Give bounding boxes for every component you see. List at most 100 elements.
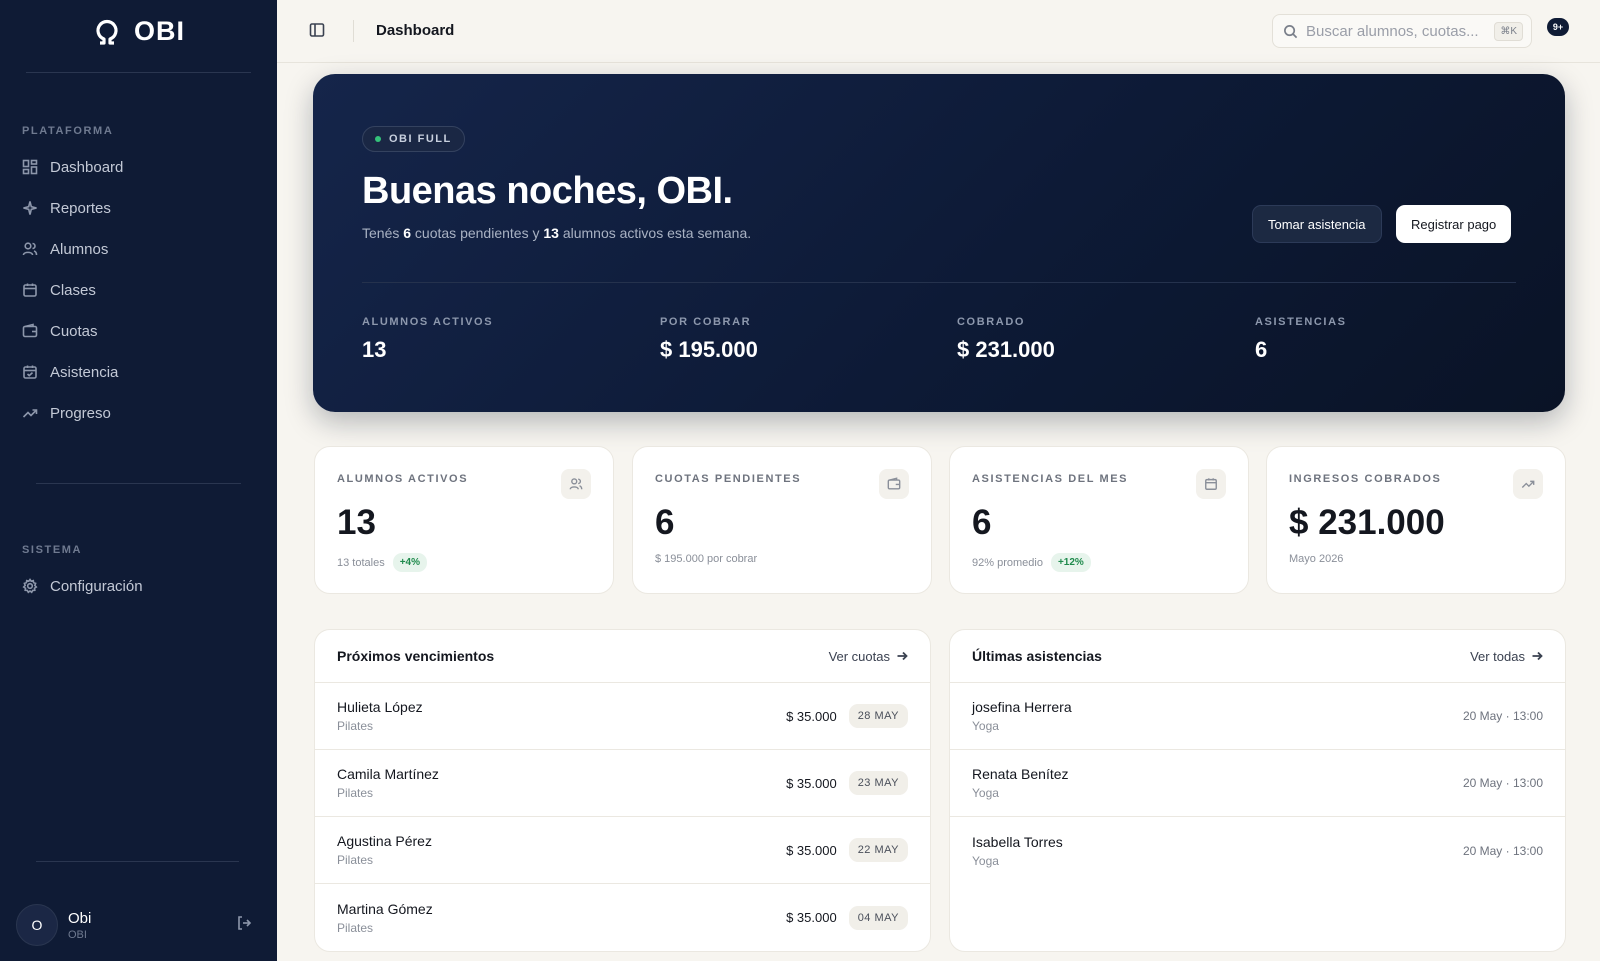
- upcoming-payments-panel: Próximos vencimientos Ver cuotas Hulieta…: [314, 629, 931, 952]
- stat-card-pending-fees[interactable]: CUOTAS PENDIENTES 6 $ 195.000 por cobrar: [632, 446, 932, 594]
- timestamp: 20 May · 13:00: [1462, 843, 1543, 858]
- header-divider: [353, 20, 354, 42]
- sidebar-item-label: Configuración: [50, 577, 143, 595]
- stat-card-active-students[interactable]: ALUMNOS ACTIVOS 13 13 totales +4%: [314, 446, 614, 594]
- sidebar-item-label: Dashboard: [50, 158, 124, 176]
- sidebar-item-reportes[interactable]: Reportes: [22, 193, 262, 223]
- list-item[interactable]: josefina Herrera Yoga 20 May · 13:00: [950, 683, 1565, 750]
- amount: $ 35.000: [786, 708, 837, 724]
- greeting-title: Buenas noches, OBI.: [362, 170, 733, 212]
- hero-divider: [362, 282, 1516, 283]
- timestamp: 20 May · 13:00: [1462, 776, 1543, 790]
- gear-icon: [22, 578, 38, 594]
- page-title: Dashboard: [376, 22, 455, 39]
- trend-badge: +12%: [1050, 553, 1091, 572]
- pending-count: 6: [403, 225, 412, 241]
- sidebar-item-configuracion[interactable]: Configuración: [22, 571, 262, 601]
- sidebar-item-label: Alumnos: [50, 240, 109, 258]
- user-name: Obi: [68, 909, 92, 927]
- hero-stat-receivable: POR COBRAR $ 195.000: [660, 316, 758, 362]
- view-all-link[interactable]: Ver todas: [1470, 649, 1543, 664]
- wallet-icon: [887, 477, 901, 490]
- greeting-subtitle: Tenés 6 cuotas pendientes y 13 alumnos a…: [362, 225, 752, 241]
- due-date-badge: 23 MAY: [848, 771, 908, 795]
- due-date-badge: 04 MAY: [848, 905, 908, 930]
- list-item[interactable]: Renata Benítez Yoga 20 May · 13:00: [950, 750, 1565, 817]
- panel-title: Próximos vencimientos: [337, 648, 495, 664]
- sidebar-item-clases[interactable]: Clases: [22, 275, 262, 305]
- sidebar-item-dashboard[interactable]: Dashboard: [22, 152, 262, 182]
- register-payment-button[interactable]: Registrar pago: [1396, 205, 1512, 243]
- amount: $ 35.000: [786, 910, 837, 925]
- top-header: Dashboard ⌘K 9+: [277, 0, 1600, 63]
- due-date-badge: 28 MAY: [848, 704, 908, 728]
- table-row[interactable]: Agustina Pérez Pilates $ 35.000 22 MAY: [315, 817, 930, 884]
- calendar-icon: [23, 283, 37, 297]
- app-name: OBI: [134, 16, 186, 46]
- user-role: OBI: [68, 928, 87, 941]
- grid-icon: [22, 159, 38, 175]
- latest-attendance-panel: Últimas asistencias Ver todas josefina H…: [949, 629, 1566, 952]
- sidebar-item-progreso[interactable]: Progreso: [22, 398, 262, 428]
- trending-up-icon: [22, 409, 38, 418]
- list-item[interactable]: Isabella Torres Yoga 20 May · 13:00: [950, 817, 1565, 884]
- sidebar-divider: [36, 483, 241, 484]
- sidebar: OBI PLATAFORMA Dashboard Reportes Alumno…: [0, 0, 277, 961]
- trending-up-icon: [1521, 480, 1535, 488]
- active-count: 13: [543, 225, 559, 241]
- sidebar-item-cuotas[interactable]: Cuotas: [22, 316, 262, 346]
- user-profile[interactable]: O Obi OBI: [16, 904, 91, 946]
- trend-badge: +4%: [392, 553, 427, 572]
- stat-card-income[interactable]: INGRESOS COBRADOS $ 231.000 Mayo 2026: [1266, 446, 1566, 594]
- welcome-hero: OBI FULL Buenas noches, OBI. Tenés 6 cuo…: [313, 74, 1565, 412]
- notifications-button[interactable]: 9+: [1547, 18, 1569, 38]
- logout-button[interactable]: [236, 915, 254, 933]
- amount: $ 35.000: [786, 775, 837, 791]
- table-row[interactable]: Camila Martínez Pilates $ 35.000 23 MAY: [315, 750, 930, 817]
- avatar: O: [16, 904, 58, 946]
- search-shortcut: ⌘K: [1494, 21, 1523, 41]
- panel-title: Últimas asistencias: [972, 648, 1102, 664]
- sidebar-item-label: Cuotas: [50, 322, 98, 340]
- wallet-icon: [22, 323, 38, 338]
- notification-count-badge: 9+: [1547, 18, 1569, 36]
- view-fees-link[interactable]: Ver cuotas: [829, 649, 908, 664]
- sidebar-divider: [36, 861, 239, 862]
- take-attendance-button[interactable]: Tomar asistencia: [1252, 205, 1382, 243]
- amount: $ 35.000: [786, 842, 837, 858]
- section-label-sistema: SISTEMA: [22, 544, 83, 556]
- due-date-badge: 22 MAY: [848, 838, 908, 862]
- app-logo[interactable]: OBI: [92, 16, 185, 47]
- search-box[interactable]: ⌘K: [1272, 14, 1532, 48]
- arrow-right-icon: [1532, 651, 1543, 661]
- stat-card-monthly-attendance[interactable]: ASISTENCIAS DEL MES 6 92% promedio +12%: [949, 446, 1249, 594]
- stat-caption: 13 totales: [337, 556, 385, 569]
- table-row[interactable]: Martina Gómez Pilates $ 35.000 04 MAY: [315, 884, 930, 951]
- section-label-plataforma: PLATAFORMA: [22, 125, 114, 137]
- stat-caption: Mayo 2026: [1289, 553, 1344, 565]
- users-icon: [22, 242, 38, 256]
- hero-stat-attendance: ASISTENCIAS 6: [1255, 316, 1347, 362]
- sparkles-icon: [23, 201, 37, 215]
- sidebar-item-asistencia[interactable]: Asistencia: [22, 357, 262, 387]
- plan-badge: OBI FULL: [362, 126, 465, 152]
- sidebar-toggle-button[interactable]: [309, 22, 327, 40]
- stat-value: 13: [337, 503, 376, 542]
- stat-caption: 92% promedio: [972, 556, 1043, 569]
- stat-caption: $ 195.000 por cobrar: [655, 553, 758, 565]
- arrow-right-icon: [897, 651, 908, 661]
- panel-left-icon: [309, 23, 325, 37]
- calendar-icon: [1205, 478, 1217, 490]
- sidebar-item-alumnos[interactable]: Alumnos: [22, 234, 262, 264]
- hero-stat-collected: COBRADO $ 231.000: [957, 316, 1055, 362]
- stat-value: 6: [972, 503, 992, 542]
- status-dot: [375, 136, 381, 142]
- search-icon: [1284, 24, 1298, 38]
- logout-icon: [238, 916, 252, 930]
- sidebar-item-label: Asistencia: [50, 363, 119, 381]
- hero-stat-active: ALUMNOS ACTIVOS 13: [362, 316, 494, 362]
- sidebar-divider: [26, 72, 251, 73]
- search-input[interactable]: [1306, 22, 1487, 40]
- table-row[interactable]: Hulieta López Pilates $ 35.000 28 MAY: [315, 683, 930, 750]
- sidebar-item-label: Clases: [50, 281, 96, 299]
